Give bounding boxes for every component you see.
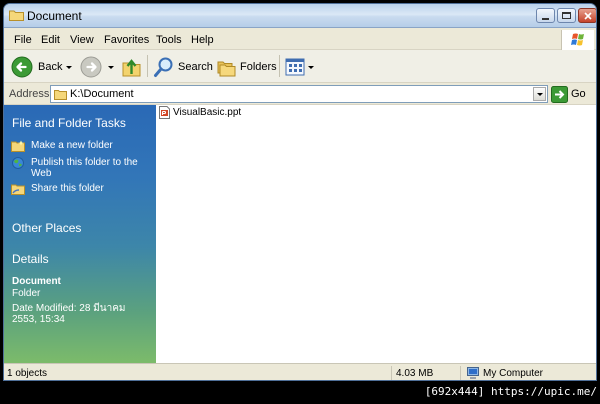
my-computer-icon	[467, 367, 479, 379]
details-name: Document	[12, 276, 61, 287]
content-area: File and Folder Tasks Make a new folder …	[4, 105, 596, 363]
maximize-icon	[562, 12, 571, 19]
folder-icon	[9, 10, 24, 21]
status-zone-text: My Computer	[483, 368, 544, 379]
views-icon	[285, 58, 305, 75]
go-arrow-icon	[551, 85, 568, 103]
other-places-header[interactable]: Other Places	[12, 221, 81, 235]
forward-dropdown-icon[interactable]	[108, 66, 114, 69]
task-pane: File and Folder Tasks Make a new folder …	[4, 105, 156, 363]
status-object-count-text: 1 objects	[7, 368, 48, 379]
forward-arrow-icon	[80, 56, 102, 77]
share-folder-icon	[11, 184, 25, 195]
task-label: Share this folder	[31, 183, 104, 194]
status-zone: My Computer	[466, 366, 594, 380]
standard-toolbar: Back Search Folders	[4, 50, 596, 83]
file-item[interactable]: VisualBasic.ppt	[158, 105, 241, 119]
details-type: Folder	[12, 288, 41, 299]
forward-button[interactable]	[80, 54, 102, 79]
folders-label: Folders	[240, 60, 277, 73]
go-button[interactable]: Go	[551, 85, 586, 103]
new-folder-icon	[11, 140, 25, 152]
window-title: Document	[27, 9, 82, 23]
go-label: Go	[571, 88, 586, 100]
chevron-down-icon	[537, 93, 543, 96]
address-label: Address	[9, 88, 50, 100]
close-icon	[584, 12, 592, 20]
task-label: Publish this folder to the Web	[31, 157, 138, 179]
back-arrow-icon	[11, 56, 33, 77]
status-size-text: 4.03 MB	[396, 368, 434, 379]
folders-button[interactable]: Folders	[215, 54, 277, 79]
maximize-button[interactable]	[557, 8, 576, 23]
toolbar-separator	[147, 55, 148, 77]
menu-favorites[interactable]: Favorites	[104, 34, 149, 46]
status-size: 4.03 MB	[396, 366, 461, 380]
windows-logo	[561, 30, 594, 50]
minimize-button[interactable]	[536, 8, 555, 23]
folder-up-icon	[122, 58, 141, 76]
menu-bar: File Edit View Favorites Tools Help	[4, 28, 596, 50]
menu-edit[interactable]: Edit	[41, 34, 60, 46]
views-button[interactable]	[284, 54, 306, 79]
back-label: Back	[38, 60, 63, 73]
address-value[interactable]: K:\Document	[70, 88, 134, 100]
title-bar[interactable]: Document	[4, 4, 596, 28]
explorer-window: Document File Edit View Favorites Tools …	[3, 3, 597, 381]
status-bar: 1 objects 4.03 MB My Computer	[4, 363, 596, 380]
folder-icon	[54, 90, 67, 100]
task-make-new-folder[interactable]: Make a new folder	[11, 140, 113, 152]
file-folder-tasks-header[interactable]: File and Folder Tasks	[12, 116, 126, 130]
status-object-count: 1 objects	[7, 366, 392, 380]
search-label: Search	[178, 60, 213, 73]
back-button[interactable]: Back	[11, 54, 62, 79]
views-dropdown-icon[interactable]	[308, 66, 314, 69]
search-button[interactable]: Search	[153, 54, 213, 79]
menu-help[interactable]: Help	[191, 34, 214, 46]
windows-flag-icon	[571, 33, 584, 46]
image-watermark: [692x444] https://upic.me/	[424, 385, 597, 398]
menu-tools[interactable]: Tools	[156, 34, 182, 46]
up-button[interactable]	[121, 54, 143, 79]
address-bar: Address K:\Document Go	[4, 83, 596, 105]
close-button[interactable]	[578, 8, 596, 23]
folders-icon	[217, 61, 236, 76]
back-dropdown-icon[interactable]	[66, 66, 72, 69]
menu-view[interactable]: View	[70, 34, 94, 46]
details-date-modified: Date Modified: 28 มีนาคม 2553, 15:34	[12, 303, 126, 325]
minimize-icon	[542, 18, 549, 20]
globe-icon	[12, 157, 24, 169]
address-dropdown-button[interactable]	[533, 87, 546, 101]
toolbar-separator	[279, 55, 280, 77]
address-field[interactable]: K:\Document	[50, 85, 548, 103]
task-label: Make a new folder	[31, 140, 113, 151]
task-share-folder[interactable]: Share this folder	[11, 183, 104, 195]
details-header[interactable]: Details	[12, 252, 49, 266]
powerpoint-file-icon	[159, 105, 170, 119]
file-name: VisualBasic.ppt	[173, 106, 242, 118]
search-icon	[154, 57, 173, 77]
file-list[interactable]: VisualBasic.ppt	[156, 105, 596, 363]
task-publish-folder[interactable]: Publish this folder to the Web	[11, 157, 139, 179]
menu-file[interactable]: File	[14, 34, 32, 46]
